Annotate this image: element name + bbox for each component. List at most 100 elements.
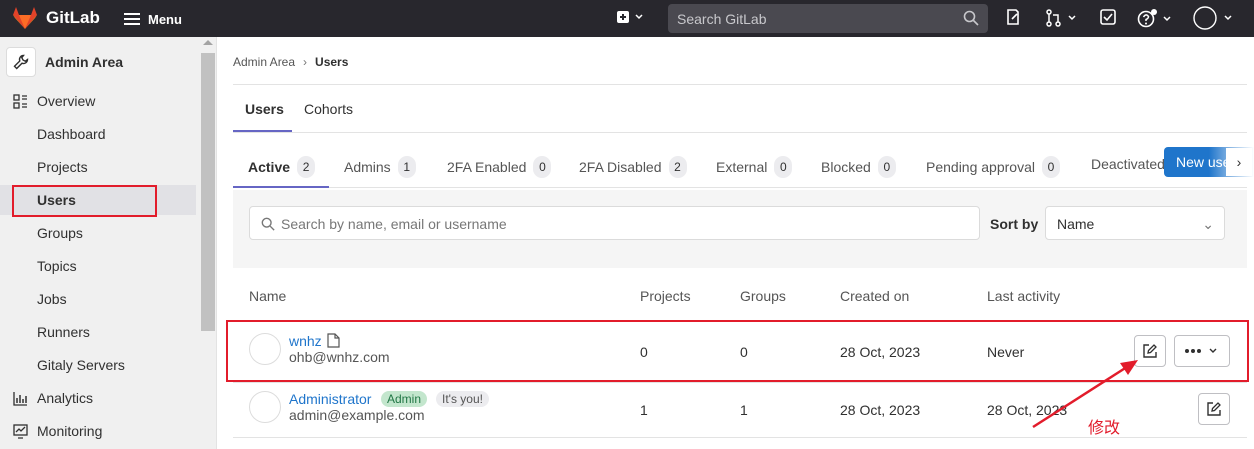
help-button[interactable] — [1137, 9, 1175, 29]
sidebar-item-gitaly-servers[interactable]: Gitaly Servers — [0, 350, 196, 380]
sidebar-analytics-label: Analytics — [37, 390, 94, 406]
search-icon — [963, 10, 979, 26]
wrench-icon — [6, 47, 36, 77]
help-icon — [1137, 9, 1171, 28]
filter-tab-label: Blocked — [821, 159, 871, 175]
sidebar-item-jobs[interactable]: Jobs — [0, 284, 196, 314]
filter-tab-external[interactable]: External 0 — [716, 156, 793, 178]
tab-users[interactable]: Users — [245, 101, 284, 117]
user-email: admin@example.com — [289, 407, 425, 423]
search-icon — [261, 217, 275, 231]
sidebar-item-analytics[interactable]: Analytics — [0, 383, 196, 413]
column-header-groups: Groups — [740, 288, 786, 304]
filter-bar: Search by name, email or username Sort b… — [233, 190, 1247, 268]
edit-icon — [1207, 402, 1221, 416]
cell-groups: 1 — [740, 402, 748, 418]
filter-tab-blocked[interactable]: Blocked 0 — [821, 156, 896, 178]
user-search-input[interactable]: Search by name, email or username — [249, 206, 980, 240]
sidebar-item-runners[interactable]: Runners — [0, 317, 196, 347]
filter-tab-label: Deactivated — [1091, 156, 1165, 172]
search-input[interactable]: Search GitLab — [668, 4, 988, 33]
merge-requests-button[interactable] — [1045, 9, 1079, 27]
sidebar-item-monitoring[interactable]: Monitoring — [0, 416, 196, 446]
filter-tab-active-underline — [233, 186, 329, 188]
count-badge: 0 — [774, 156, 793, 178]
filter-tab-2fa-enabled[interactable]: 2FA Enabled 0 — [447, 156, 552, 178]
todos-button[interactable] — [1100, 9, 1116, 25]
annotation-label: 修改 — [1088, 420, 1121, 437]
merge-request-icon — [1046, 9, 1076, 27]
admin-badge: Admin — [381, 391, 428, 407]
menu-label: Menu — [148, 11, 182, 27]
user-name-link[interactable]: Administrator — [289, 391, 371, 407]
annotation-arrow-icon — [1032, 360, 1138, 429]
sidebar-item-label: Dashboard — [37, 126, 106, 142]
filter-tab-label: Admins — [344, 159, 391, 175]
count-badge: 1 — [397, 156, 416, 178]
breadcrumb-parent[interactable]: Admin Area — [233, 55, 295, 69]
filter-tab-pending-approval[interactable]: Pending approval 0 — [926, 156, 1060, 178]
edit-user-button[interactable] — [1198, 393, 1230, 425]
column-header-last-activity: Last activity — [987, 288, 1061, 304]
search-placeholder: Search GitLab — [677, 11, 767, 27]
sidebar: Admin Area Overview Dashboard Projects U… — [0, 37, 217, 449]
tanuki-icon — [13, 7, 37, 29]
todo-check-icon — [1100, 9, 1116, 25]
filter-tab-2fa-disabled[interactable]: 2FA Disabled 2 — [579, 156, 687, 178]
sidebar-item-overview[interactable]: Overview — [0, 86, 196, 116]
hamburger-icon — [124, 10, 140, 28]
cell-projects: 1 — [640, 402, 648, 418]
breadcrumb-current: Users — [315, 55, 349, 69]
count-badge: 0 — [1041, 156, 1060, 178]
column-header-created-on: Created on — [840, 288, 910, 304]
filter-tab-admins[interactable]: Admins 1 — [344, 156, 416, 178]
sidebar-item-label: Groups — [37, 225, 83, 241]
count-badge: 2 — [668, 156, 687, 178]
its-you-badge: It's you! — [436, 391, 489, 407]
issues-button[interactable] — [1005, 9, 1021, 25]
chevron-down-icon: ⌄ — [1202, 216, 1214, 232]
filter-tab-active[interactable]: Active 2 — [248, 156, 316, 178]
user-search-placeholder: Search by name, email or username — [281, 216, 507, 232]
cell-created-on: 28 Oct, 2023 — [840, 402, 921, 418]
new-dropdown-button[interactable] — [616, 9, 644, 25]
sidebar-item-label: Runners — [37, 324, 90, 340]
user-avatar-button[interactable] — [1192, 5, 1240, 31]
analytics-icon — [13, 392, 27, 406]
gitlab-logo[interactable]: GitLab — [12, 6, 100, 30]
overview-icon — [13, 94, 27, 109]
sort-select[interactable]: Name ⌄ — [1045, 206, 1225, 240]
sidebar-item-dashboard[interactable]: Dashboard — [0, 119, 196, 149]
sidebar-scrollbar[interactable] — [201, 53, 215, 331]
avatar-icon — [1193, 6, 1232, 30]
count-badge: 2 — [297, 156, 316, 178]
sidebar-item-topics[interactable]: Topics — [0, 251, 196, 281]
scroll-up-arrow[interactable] — [203, 40, 213, 45]
sidebar-item-groups[interactable]: Groups — [0, 218, 196, 248]
sidebar-item-label: Projects — [37, 159, 88, 175]
sidebar-item-label: Topics — [37, 258, 77, 274]
plus-square-icon — [617, 11, 643, 23]
top-navbar: GitLab Menu Search GitLab — [0, 0, 1254, 37]
sort-label: Sort by — [990, 216, 1039, 232]
scroll-tabs-right-button[interactable]: › — [1226, 148, 1252, 176]
count-badge: 0 — [533, 156, 552, 178]
divider — [233, 132, 1247, 133]
sidebar-monitoring-label: Monitoring — [37, 423, 103, 439]
monitoring-icon — [13, 424, 28, 439]
sidebar-header[interactable]: Admin Area — [6, 46, 123, 78]
divider — [329, 187, 1247, 188]
filter-tab-deactivated[interactable]: Deactivated — [1091, 156, 1165, 172]
sort-value: Name — [1057, 216, 1095, 232]
avatar — [249, 391, 281, 423]
app-name: GitLab — [46, 8, 100, 27]
sidebar-item-label: Gitaly Servers — [37, 357, 125, 373]
column-header-name: Name — [249, 288, 287, 304]
breadcrumb-separator-icon: › — [303, 55, 308, 69]
filter-tab-label: 2FA Disabled — [579, 159, 662, 175]
menu-button[interactable]: Menu — [124, 10, 182, 28]
sidebar-item-projects[interactable]: Projects — [0, 152, 196, 182]
column-header-projects: Projects — [640, 288, 691, 304]
divider — [233, 84, 1247, 85]
tab-cohorts[interactable]: Cohorts — [304, 101, 353, 117]
